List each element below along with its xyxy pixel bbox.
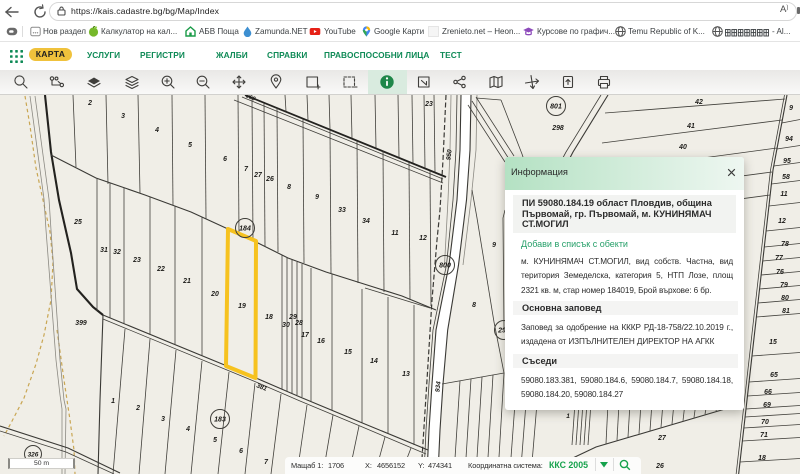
svg-text:3: 3 [161,416,165,423]
svg-text:16: 16 [317,338,325,345]
svg-text:78: 78 [781,241,789,248]
svg-text:26: 26 [265,176,274,183]
svg-text:17: 17 [301,332,310,339]
svg-text:22: 22 [156,266,165,273]
svg-text:77: 77 [775,255,784,262]
svg-text:70: 70 [761,419,769,426]
svg-text:9: 9 [315,194,319,201]
svg-text:399: 399 [75,320,87,327]
svg-text:4: 4 [154,127,159,134]
svg-text:5: 5 [213,437,217,444]
svg-text:6: 6 [223,156,227,163]
svg-text:801: 801 [550,104,562,111]
svg-text:94: 94 [785,136,793,143]
svg-text:15: 15 [769,339,777,346]
svg-text:32: 32 [113,249,121,256]
svg-text:11: 11 [780,191,787,198]
svg-text:71: 71 [760,432,768,439]
svg-text:28: 28 [294,320,303,327]
svg-text:184: 184 [239,226,251,233]
svg-text:5: 5 [188,142,192,149]
svg-text:69: 69 [763,402,771,409]
svg-text:183: 183 [214,417,226,424]
svg-text:12: 12 [778,218,786,225]
svg-text:30: 30 [282,322,290,329]
svg-text:13: 13 [402,371,410,378]
svg-text:3: 3 [121,113,125,120]
svg-text:66: 66 [764,389,772,396]
svg-text:40: 40 [678,144,687,151]
svg-text:9: 9 [492,242,496,249]
svg-text:950: 950 [445,149,453,161]
svg-text:76: 76 [776,269,784,276]
svg-text:19: 19 [238,303,246,310]
svg-text:23: 23 [424,101,433,108]
svg-text:800: 800 [439,263,451,270]
svg-text:1: 1 [566,413,570,420]
svg-text:1: 1 [111,398,115,405]
svg-text:934: 934 [434,381,442,393]
svg-text:41: 41 [686,123,695,130]
svg-text:12: 12 [419,235,427,242]
svg-text:33: 33 [338,207,346,214]
svg-text:31: 31 [100,247,108,254]
svg-text:9: 9 [789,105,793,112]
svg-text:15: 15 [344,349,352,356]
svg-text:27: 27 [253,172,263,179]
svg-text:2: 2 [135,405,140,412]
svg-text:11: 11 [391,230,398,237]
svg-text:8: 8 [472,302,476,309]
svg-text:27: 27 [657,435,667,442]
svg-text:18: 18 [265,314,273,321]
svg-text:20: 20 [210,291,219,298]
svg-text:8: 8 [287,184,291,191]
svg-text:25: 25 [73,219,82,226]
svg-text:6: 6 [239,448,243,455]
svg-text:26: 26 [655,463,664,470]
svg-text:18: 18 [758,455,766,462]
svg-text:79: 79 [780,282,788,289]
svg-text:95: 95 [783,158,791,165]
svg-text:21: 21 [182,278,191,285]
svg-text:34: 34 [362,218,370,225]
svg-text:81: 81 [782,308,790,315]
svg-text:2: 2 [87,100,92,107]
svg-text:298: 298 [551,125,564,132]
svg-text:58: 58 [782,174,790,181]
svg-text:80: 80 [781,295,789,302]
svg-text:14: 14 [370,358,378,365]
svg-text:4: 4 [185,426,190,433]
svg-text:23: 23 [132,257,141,264]
svg-text:65: 65 [770,372,778,379]
svg-text:42: 42 [694,99,703,106]
